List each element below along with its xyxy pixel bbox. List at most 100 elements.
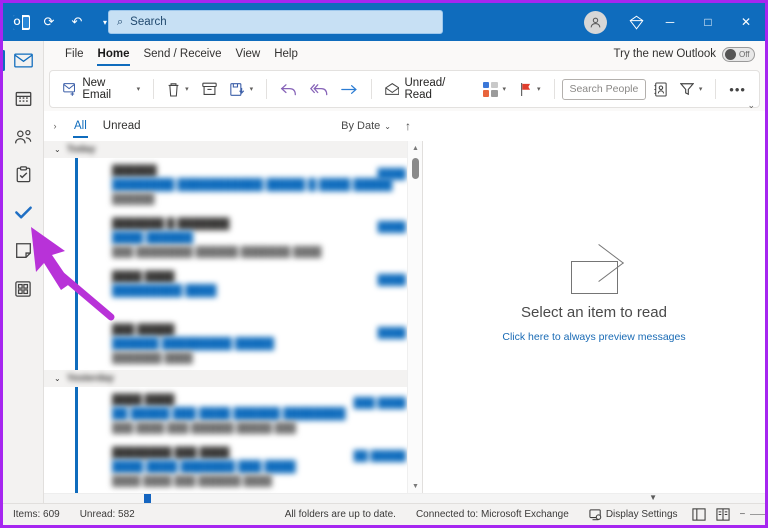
categorize-button[interactable]: ▾ [478,75,512,103]
message-preview: ██████ [112,194,412,204]
message-preview: ███ ████ ███ ██████ █████ ███ [112,423,412,433]
sidebar-item-mail[interactable] [8,47,38,74]
quick-access-toolbar: ⟳ ↶ ▾ [3,9,118,35]
message-list-item[interactable]: ████████ ███ ████ ████ ████ ███████ ███ … [75,440,422,493]
delete-chevron-down-icon[interactable]: ▾ [185,85,189,93]
move-button[interactable]: ▾ [225,75,259,103]
preview-messages-link[interactable]: Click here to always preview messages [502,331,685,343]
filter-tab-unread[interactable]: Unread [95,117,149,135]
address-book-button[interactable] [649,75,672,103]
message-list-item[interactable]: ███ █████ ██████ █████████ █████ ███████… [75,317,422,370]
sidebar-item-todo[interactable] [8,199,38,226]
scroll-down-arrow-icon[interactable]: ▼ [649,493,657,502]
message-list[interactable]: ⌄ Today ██████ ████████ ███████████ ████… [44,141,423,493]
message-subject: ██████ █████████ █████ [112,338,412,350]
folder-pane-expand-icon[interactable]: › [44,121,66,131]
zoom-out-button[interactable]: − [740,509,746,520]
filter-chevron-down-icon[interactable]: ▾ [699,85,703,93]
message-time: ██ █████ [354,451,406,462]
menu-item-view[interactable]: View [228,44,267,64]
filter-tab-all[interactable]: All [66,117,95,135]
search-input[interactable]: Search [130,16,166,28]
message-subject: ██ █████ ███ ████ ██████ ████████ [112,408,412,420]
search-bar[interactable]: ⌕ Search [108,10,443,34]
horizontal-scrollbar-thumb[interactable] [144,494,151,503]
scroll-up-arrow-icon[interactable]: ▲ [408,141,423,155]
sidebar-item-people[interactable] [8,123,38,150]
group-chevron-down-icon[interactable]: ⌄ [54,145,61,154]
delete-button[interactable]: ▾ [162,75,194,103]
message-list-item[interactable]: ████ ████ █████████ ████ ████ [75,264,422,317]
message-sender: ███ █████ [112,324,412,335]
undo-icon[interactable]: ↶ [64,9,90,35]
status-unread-count: Unread: 582 [70,509,145,520]
view-toggle-group: − + 10% [688,506,768,524]
filter-button[interactable]: ▾ [675,75,708,103]
message-list-scrollbar[interactable]: ▲ ▼ [407,141,422,493]
more-commands-button[interactable]: ••• [724,75,751,103]
display-settings-button[interactable]: Display Settings [579,509,688,521]
normal-view-icon[interactable] [688,506,710,524]
sidebar-item-calendar[interactable] [8,85,38,112]
menu-item-help[interactable]: Help [267,44,305,64]
message-time: ████ [378,328,406,339]
menu-bar: File Home Send / Receive View Help Try t… [44,41,765,67]
reading-view-icon[interactable] [712,506,734,524]
horizontal-scrollbar[interactable]: ▼ [44,493,765,503]
ribbon-collapse-chevron-icon[interactable]: ⌄ [747,100,755,111]
message-list-header: › All Unread By Date ⌄ ↑ [44,111,423,141]
new-email-chevron-down-icon[interactable]: ▾ [137,85,141,93]
group-label: Yesterday [67,373,114,384]
sidebar-item-tasks[interactable] [8,161,38,188]
archive-button[interactable] [197,75,222,103]
flag-button[interactable]: ▾ [514,75,546,103]
menu-item-file[interactable]: File [58,44,91,64]
scroll-down-arrow-icon[interactable]: ▼ [408,479,423,493]
message-preview: ███████ ████ [112,353,412,363]
minimize-button[interactable]: ─ [651,3,689,41]
message-list-item[interactable]: ███████ █ ███████ ████ ██████ ███ ██████… [75,211,422,264]
message-subject: █████████ ████ [112,285,412,297]
new-email-button[interactable]: New Email ▾ [58,75,145,103]
menu-item-send-receive[interactable]: Send / Receive [136,44,228,64]
categorize-icon [483,82,498,97]
group-header-today[interactable]: ⌄ Today [44,141,422,158]
move-chevron-down-icon[interactable]: ▾ [250,85,254,93]
toggle-knob [725,49,736,60]
zoom-control[interactable]: − + 10% [736,509,768,520]
message-list-item[interactable]: ██████ ████████ ███████████ █████ █ ████… [75,158,422,211]
account-avatar[interactable] [584,11,607,34]
reply-button[interactable] [275,75,302,103]
outlook-logo-icon[interactable] [8,9,34,35]
close-button[interactable]: ✕ [727,3,765,41]
maximize-button[interactable]: □ [689,3,727,41]
message-list-item[interactable]: ████ ████ ██ █████ ███ ████ ██████ █████… [75,387,422,440]
send-receive-icon[interactable]: ⟳ [36,9,62,35]
try-new-outlook-label: Try the new Outlook [614,48,716,60]
reply-all-button[interactable] [305,75,333,103]
categorize-chevron-down-icon[interactable]: ▾ [503,85,507,93]
search-people-input[interactable]: Search People [562,79,645,100]
menu-item-home[interactable]: Home [91,44,137,64]
try-new-outlook-toggle[interactable]: Off [722,47,755,62]
scrollbar-thumb[interactable] [412,158,419,179]
navigation-rail [3,41,44,503]
forward-button[interactable] [336,75,363,103]
sidebar-item-more-apps[interactable] [8,275,38,302]
group-header-yesterday[interactable]: ⌄ Yesterday [44,370,422,387]
message-subject: ████████ ███████████ █████ █ ████ █████ [112,179,412,191]
zoom-slider[interactable] [750,514,768,515]
sort-direction-icon[interactable]: ↑ [405,119,411,133]
display-settings-label: Display Settings [606,509,678,520]
message-preview [112,300,412,310]
diamond-icon[interactable] [621,3,651,41]
sort-by-control[interactable]: By Date ⌄ [341,120,391,132]
toggle-state-label: Off [739,50,750,59]
group-chevron-down-icon[interactable]: ⌄ [54,374,61,383]
flag-chevron-down-icon[interactable]: ▾ [537,85,541,93]
sort-by-chevron-down-icon[interactable]: ⌄ [384,122,391,131]
try-new-outlook[interactable]: Try the new Outlook Off [614,47,755,62]
unread-read-button[interactable]: Unread/ Read [380,75,475,103]
sidebar-item-notes[interactable] [8,237,38,264]
ribbon-divider [153,79,154,99]
